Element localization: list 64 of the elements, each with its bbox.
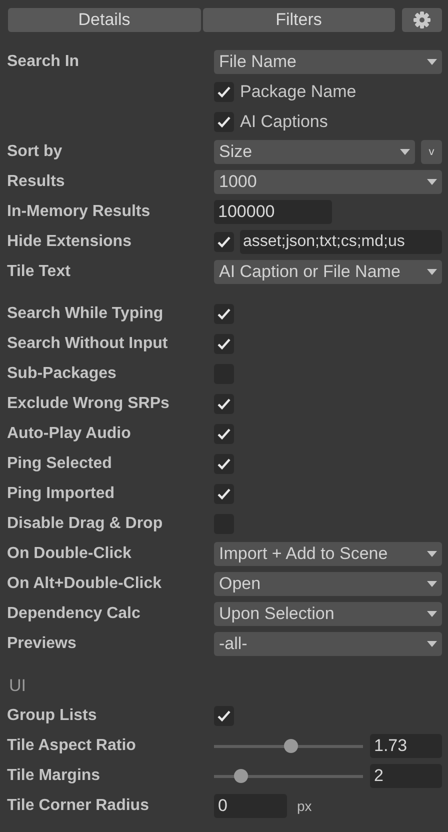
checkbox[interactable] <box>214 394 234 414</box>
settings-button[interactable] <box>402 8 442 32</box>
tab[interactable]: Filters <box>202 8 395 32</box>
checkbox[interactable] <box>214 484 234 504</box>
field-label: Search Without Input <box>7 335 169 353</box>
field-label: Tile Text <box>7 263 72 281</box>
extensions-field[interactable]: asset;json;txt;cs;md;us <box>240 230 442 254</box>
field-label: Exclude Wrong SRPs <box>7 395 170 413</box>
field-label: Sort by <box>7 143 64 161</box>
field-label: Search While Typing <box>7 305 164 323</box>
option-label: AI Captions <box>240 112 328 132</box>
checkbox[interactable] <box>214 334 234 354</box>
dropdown[interactable]: -all- <box>214 632 442 656</box>
option-label: Package Name <box>240 82 356 102</box>
slider-thumb[interactable] <box>284 739 298 753</box>
slider-thumb[interactable] <box>234 769 248 783</box>
unit-label: px <box>297 798 312 814</box>
dropdown[interactable]: 1000 <box>214 170 442 194</box>
caret-icon <box>426 58 438 66</box>
field-label: Auto-Play Audio <box>7 425 132 443</box>
field-label: On Double-Click <box>7 545 132 563</box>
field-label: Search In <box>7 53 80 71</box>
dropdown[interactable]: Open <box>214 572 442 596</box>
dropdown[interactable]: Upon Selection <box>214 602 442 626</box>
field-label: On Alt+Double-Click <box>7 575 163 593</box>
field-label: Hide Extensions <box>7 233 132 251</box>
checkbox[interactable] <box>214 112 234 132</box>
number-field[interactable]: 1.73 <box>370 734 442 758</box>
checkbox[interactable] <box>214 304 234 324</box>
field-label: Tile Aspect Ratio <box>7 737 137 755</box>
number-field[interactable]: 0 <box>214 794 287 818</box>
field-label: Sub-Packages <box>7 365 118 383</box>
caret-icon <box>426 178 438 186</box>
checkbox[interactable] <box>214 424 234 444</box>
caret-icon <box>426 580 438 588</box>
field-label: Ping Selected <box>7 455 113 473</box>
sort-direction-button[interactable]: v <box>421 140 442 164</box>
caret-icon <box>426 640 438 648</box>
field-label: Dependency Calc <box>7 605 142 623</box>
field-label: In-Memory Results <box>7 203 152 221</box>
number-field[interactable]: 100000 <box>214 200 332 224</box>
caret-icon <box>426 610 438 618</box>
checkbox[interactable] <box>214 454 234 474</box>
number-field[interactable]: 2 <box>370 764 442 788</box>
field-label: Previews <box>7 635 78 653</box>
field-label: Tile Margins <box>7 767 102 785</box>
checkbox[interactable] <box>214 82 234 102</box>
caret-icon <box>426 268 438 276</box>
checkbox[interactable] <box>214 706 234 726</box>
field-label: Tile Corner Radius <box>7 797 150 815</box>
checkbox[interactable] <box>214 232 234 252</box>
dropdown[interactable]: Import + Add to Scene <box>214 542 442 566</box>
caret-icon <box>399 148 411 156</box>
field-label: Ping Imported <box>7 485 116 503</box>
dropdown[interactable]: File Name <box>214 50 442 74</box>
settings-icon <box>413 11 431 29</box>
section-heading: UI <box>8 676 27 696</box>
dropdown[interactable]: AI Caption or File Name <box>214 260 442 284</box>
field-label: Disable Drag & Drop <box>7 515 164 533</box>
field-label: Results <box>7 173 66 191</box>
field-label: Group Lists <box>7 707 98 725</box>
tab[interactable]: Details <box>8 8 200 32</box>
dropdown[interactable]: Size <box>214 140 415 164</box>
caret-icon <box>426 550 438 558</box>
